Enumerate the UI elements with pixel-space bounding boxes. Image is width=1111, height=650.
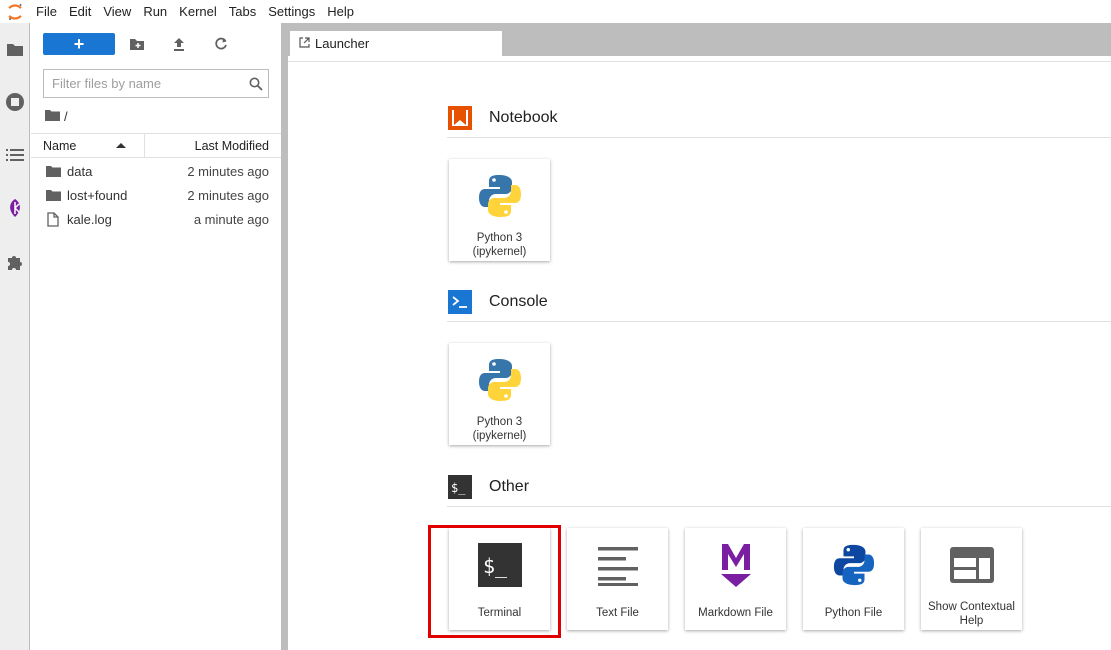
running-sessions-icon[interactable] <box>5 92 25 112</box>
activity-bar <box>0 23 30 650</box>
file-name: data <box>67 163 93 179</box>
notebook-icon <box>447 105 473 131</box>
menu-tabs[interactable]: Tabs <box>223 0 262 23</box>
sort-ascending-icon <box>116 143 126 148</box>
card-label: Text File <box>596 607 639 619</box>
section-other: $_ Other <box>447 467 1111 507</box>
refresh-icon[interactable] <box>212 35 230 53</box>
main-area: Launcher Notebook Python 3 (ipykernel) C… <box>288 23 1111 650</box>
new-folder-icon[interactable] <box>128 35 146 53</box>
file-listing: data 2 minutes ago lost+found 2 minutes … <box>31 159 281 231</box>
other-terminal-icon: $_ <box>447 474 473 500</box>
filter-files-input[interactable] <box>44 70 244 97</box>
section-console: Console <box>447 282 1111 322</box>
section-notebook: Notebook <box>447 98 1111 138</box>
file-browser-panel: + / Name Last Modified <box>31 23 281 650</box>
launcher-tab-icon <box>299 36 310 51</box>
breadcrumb: / <box>45 108 68 124</box>
list-item[interactable]: lost+found 2 minutes ago <box>31 183 281 207</box>
breadcrumb-root[interactable]: / <box>64 109 68 124</box>
tab-label: Launcher <box>315 36 370 51</box>
section-title: Notebook <box>489 108 558 126</box>
kale-icon[interactable] <box>5 198 25 218</box>
file-icon <box>45 211 61 227</box>
filter-files-box <box>43 69 269 98</box>
upload-icon[interactable] <box>170 35 188 53</box>
folder-icon[interactable] <box>5 39 25 59</box>
menu-edit[interactable]: Edit <box>63 0 97 23</box>
menu-view[interactable]: View <box>97 0 137 23</box>
python-file-icon <box>827 538 881 592</box>
section-title: Other <box>489 477 530 495</box>
card-text-file[interactable]: Text File <box>567 528 668 630</box>
list-item[interactable]: kale.log a minute ago <box>31 207 281 231</box>
markdown-icon <box>709 538 763 592</box>
panel-split-handle[interactable] <box>281 23 288 650</box>
file-modified: 2 minutes ago <box>187 187 269 203</box>
column-header-last-modified[interactable]: Last Modified <box>145 134 281 157</box>
terminal-highlight-box <box>428 525 561 638</box>
text-file-icon <box>591 538 645 592</box>
card-show-contextual-help[interactable]: Show Contextual Help <box>921 528 1022 630</box>
card-label: Python File <box>824 607 883 619</box>
file-browser-toolbar: + <box>31 23 281 67</box>
menu-help[interactable]: Help <box>321 0 360 23</box>
card-label: Python 3 (ipykernel) <box>472 232 527 258</box>
column-header-name[interactable]: Name <box>31 134 145 157</box>
card-label: Python 3 (ipykernel) <box>472 416 527 442</box>
folder-icon <box>45 163 61 179</box>
file-modified: 2 minutes ago <box>187 163 269 179</box>
card-python-file[interactable]: Python File <box>803 528 904 630</box>
python-icon <box>473 353 527 407</box>
console-icon <box>447 289 473 315</box>
file-modified: a minute ago <box>193 211 269 227</box>
search-icon[interactable] <box>244 72 268 96</box>
file-name: kale.log <box>67 211 112 227</box>
contextual-help-icon <box>945 538 999 592</box>
tab-launcher[interactable]: Launcher <box>290 31 502 56</box>
extension-puzzle-icon[interactable] <box>5 252 25 272</box>
menu-file[interactable]: File <box>30 0 63 23</box>
plus-icon: + <box>73 34 85 54</box>
section-title: Console <box>489 292 548 310</box>
jupyter-logo-icon <box>0 0 30 23</box>
svg-text:$_: $_ <box>451 481 466 495</box>
menu-settings[interactable]: Settings <box>262 0 321 23</box>
card-label: Show Contextual Help <box>928 601 1015 627</box>
card-label: Markdown File <box>698 607 773 619</box>
table-of-contents-icon[interactable] <box>5 145 25 165</box>
card-console-python3[interactable]: Python 3 (ipykernel) <box>449 343 550 445</box>
menu-kernel[interactable]: Kernel <box>173 0 223 23</box>
card-notebook-python3[interactable]: Python 3 (ipykernel) <box>449 159 550 261</box>
menu-run[interactable]: Run <box>137 0 173 23</box>
file-name: lost+found <box>67 187 128 203</box>
home-folder-icon[interactable] <box>45 109 60 124</box>
listing-header: Name Last Modified <box>31 133 281 158</box>
folder-icon <box>45 187 61 203</box>
menu-bar: File Edit View Run Kernel Tabs Settings … <box>0 0 1111 23</box>
python-icon <box>473 169 527 223</box>
list-item[interactable]: data 2 minutes ago <box>31 159 281 183</box>
card-markdown-file[interactable]: Markdown File <box>685 528 786 630</box>
new-launcher-button[interactable]: + <box>43 33 115 55</box>
tab-bar: Launcher <box>288 23 1111 56</box>
tab-content-top <box>288 56 1111 62</box>
